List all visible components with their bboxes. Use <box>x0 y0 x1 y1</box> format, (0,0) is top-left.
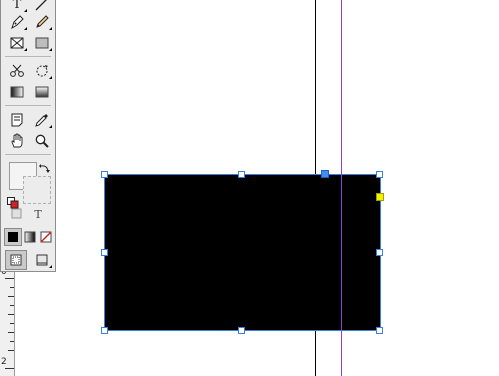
normal-view-mode-button[interactable] <box>5 250 27 270</box>
ruler-tick <box>8 350 14 351</box>
ruler-tick <box>8 296 14 297</box>
gradient-icon <box>10 86 24 98</box>
swap-fill-stroke-icon[interactable] <box>39 160 51 173</box>
line-icon <box>35 0 47 11</box>
toolbox-divider <box>5 105 51 106</box>
rectangle-tool[interactable] <box>31 33 53 53</box>
pencil-icon <box>36 15 49 28</box>
formatting-affects-container-button[interactable] <box>8 205 26 223</box>
formatting-affects-text-button[interactable]: T <box>29 205 47 223</box>
free-transform-tool[interactable] <box>31 61 53 81</box>
handle-bottom-left[interactable] <box>101 327 108 334</box>
eyedropper-icon <box>35 114 48 127</box>
guide-vertical-purple-overlay <box>341 174 342 330</box>
hand-icon <box>11 133 23 148</box>
text-format-icon: T <box>34 207 42 221</box>
note-tool[interactable] <box>6 110 28 130</box>
rectangle-frame-tool[interactable] <box>6 33 28 53</box>
zoom-tool[interactable] <box>31 131 53 151</box>
eyedropper-tool[interactable] <box>31 110 53 130</box>
gradient-feather-icon <box>35 86 49 98</box>
handle-top-left[interactable] <box>101 171 108 178</box>
apply-color-button[interactable] <box>4 228 22 246</box>
none-icon <box>40 231 52 243</box>
pen-tool[interactable] <box>6 12 28 32</box>
rotate-icon <box>36 65 48 77</box>
toolbox-divider <box>5 56 51 57</box>
preview-mode-button[interactable] <box>31 250 53 270</box>
tool-flyout-indicator <box>49 265 52 268</box>
pen-icon <box>11 15 24 30</box>
gradient-feather-tool[interactable] <box>31 82 53 102</box>
type-icon: T <box>12 0 22 12</box>
handle-bottom-right[interactable] <box>376 327 383 334</box>
handle-middle-left[interactable] <box>101 249 108 256</box>
zoom-icon <box>35 134 49 148</box>
hand-tool[interactable] <box>6 131 28 151</box>
live-corner-handle[interactable] <box>376 193 384 201</box>
stroke-swatch[interactable] <box>23 176 51 204</box>
ruler-tick <box>5 368 14 369</box>
tool-flyout-indicator <box>24 48 27 51</box>
gradient-swatch-tool[interactable] <box>6 82 28 102</box>
black-rectangle[interactable] <box>104 174 380 330</box>
handle-top-right[interactable] <box>376 171 383 178</box>
reference-point-handle[interactable] <box>321 170 329 178</box>
tool-flyout-indicator <box>49 27 52 30</box>
ruler-tick <box>10 341 14 342</box>
gradient-swatch-icon <box>24 231 36 243</box>
tool-flyout-indicator <box>49 48 52 51</box>
container-icon <box>11 208 22 219</box>
ruler-tick <box>10 287 14 288</box>
ruler-tick <box>10 323 14 324</box>
ruler-tick <box>10 305 14 306</box>
tools-panel: T T <box>0 0 56 272</box>
ruler-tick <box>8 314 14 315</box>
handle-top-center[interactable] <box>238 171 245 178</box>
ruler-tick <box>8 332 14 333</box>
normal-view-icon <box>10 254 22 266</box>
scissors-tool[interactable] <box>6 61 28 81</box>
rectangle-frame-icon <box>10 37 24 49</box>
preview-icon <box>36 254 48 266</box>
solid-color-icon <box>8 232 18 242</box>
tool-flyout-indicator <box>49 76 52 79</box>
rectangle-icon <box>35 37 49 49</box>
tool-flyout-indicator <box>49 125 52 128</box>
ruler-label-2: 2 <box>1 357 7 367</box>
toolbox-divider <box>5 154 51 155</box>
tool-flyout-indicator <box>24 27 27 30</box>
scissors-icon <box>10 64 24 77</box>
ruler-tick <box>5 278 14 279</box>
apply-none-button[interactable] <box>37 228 55 246</box>
note-icon <box>11 113 23 127</box>
pencil-tool[interactable] <box>31 12 53 32</box>
handle-bottom-center[interactable] <box>238 327 245 334</box>
handle-middle-right[interactable] <box>376 249 383 256</box>
